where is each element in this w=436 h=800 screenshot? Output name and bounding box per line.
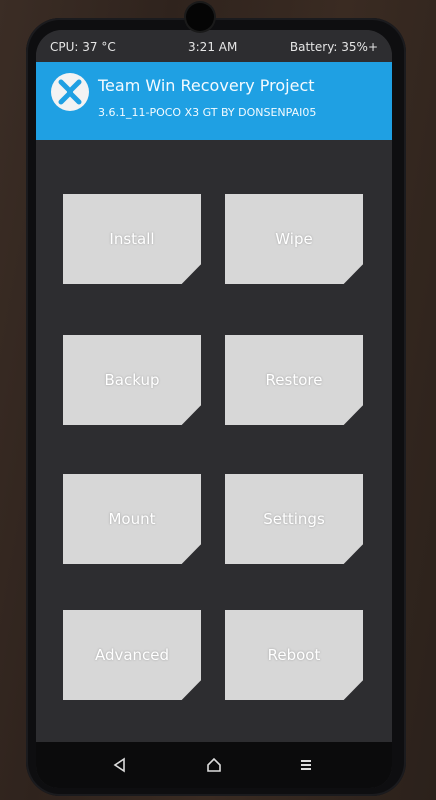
twrp-logo-icon: [51, 73, 89, 111]
restore-button[interactable]: Restore: [225, 335, 363, 425]
home-icon: [207, 757, 221, 772]
app-version: 3.6.1_11-POCO X3 GT BY DONSENPAI05: [98, 106, 317, 119]
app-title: Team Win Recovery Project: [98, 76, 315, 95]
device-screen: CPU: 37 °C 3:21 AM Battery: 35%+ Team Wi…: [36, 30, 392, 788]
status-bar: CPU: 37 °C 3:21 AM Battery: 35%+: [36, 30, 392, 62]
menu-button[interactable]: [294, 753, 318, 777]
menu-lines-icon: [301, 760, 311, 770]
battery-status: Battery: 35%+: [289, 40, 378, 54]
mount-button[interactable]: Mount: [63, 474, 201, 564]
reboot-button[interactable]: Reboot: [225, 610, 363, 700]
install-button[interactable]: Install: [63, 194, 201, 284]
home-button[interactable]: [202, 753, 226, 777]
app-header: Team Win Recovery Project 3.6.1_11-POCO …: [36, 62, 392, 140]
clock: 3:21 AM: [188, 40, 238, 54]
wipe-button[interactable]: Wipe: [225, 194, 363, 284]
front-camera: [186, 3, 214, 31]
settings-button[interactable]: Settings: [225, 474, 363, 564]
navigation-bar: [36, 742, 392, 788]
backup-button[interactable]: Backup: [63, 335, 201, 425]
cpu-temperature: CPU: 37 °C: [50, 40, 116, 54]
back-triangle-icon: [113, 757, 125, 773]
advanced-button[interactable]: Advanced: [63, 610, 201, 700]
back-button[interactable]: [108, 753, 132, 777]
